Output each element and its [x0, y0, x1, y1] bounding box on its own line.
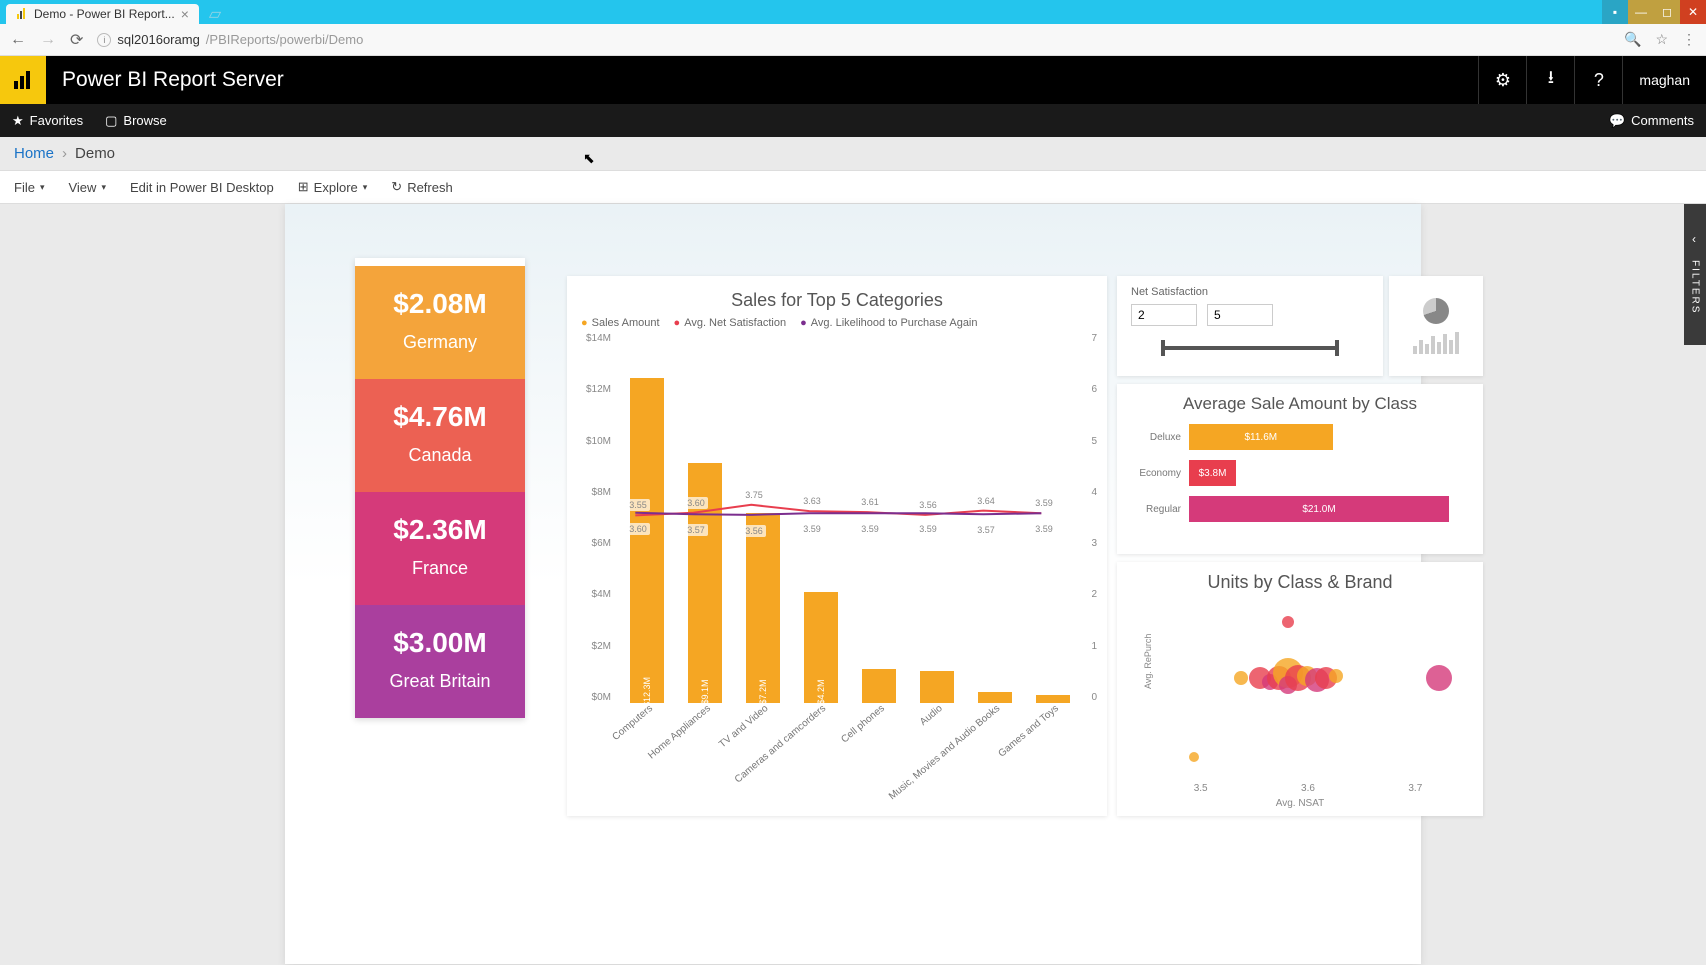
bar[interactable]: [862, 669, 896, 703]
url-field[interactable]: i sql2016oramg/PBIReports/powerbi/Demo: [97, 32, 1610, 47]
slicer-title: Net Satisfaction: [1131, 286, 1369, 298]
menu-icon[interactable]: ⋮: [1682, 31, 1696, 48]
chart-units-class-brand[interactable]: Units by Class & Brand Avg. RePurch 3.53…: [1117, 562, 1483, 816]
bubble[interactable]: [1234, 671, 1248, 685]
favorites-link[interactable]: ★Favorites: [12, 113, 83, 129]
view-menu[interactable]: View▾: [68, 180, 105, 195]
powerbi-icon: [16, 8, 28, 20]
window-controls: ▪ — ◻ ✕: [1602, 0, 1706, 24]
bar-icon[interactable]: [1413, 332, 1459, 354]
user-icon[interactable]: ▪: [1602, 0, 1628, 24]
comments-link[interactable]: 💬Comments: [1609, 113, 1694, 129]
hbar[interactable]: $21.0M: [1189, 496, 1449, 522]
pie-icon[interactable]: [1423, 298, 1449, 324]
bar[interactable]: $7.2M: [746, 513, 780, 703]
chart-legend: Sales Amount Avg. Net Satisfaction Avg. …: [575, 317, 1099, 329]
back-button[interactable]: ←: [10, 31, 26, 49]
refresh-button[interactable]: ↻Refresh: [391, 179, 452, 195]
y-axis-left: $14M$12M$10M$8M$6M$4M$2M$0M: [577, 333, 611, 703]
report-canvas: $2.08M Germany $4.76M Canada $2.36M Fran…: [0, 204, 1706, 964]
maximize-button[interactable]: ◻: [1654, 0, 1680, 24]
bar[interactable]: $4.2M: [804, 592, 838, 703]
url-host: sql2016oramg: [117, 32, 199, 47]
explore-icon: ⊞: [298, 179, 309, 195]
bubble[interactable]: [1282, 616, 1294, 628]
hbar[interactable]: $3.8M: [1189, 460, 1236, 486]
forward-button[interactable]: →: [40, 31, 56, 49]
breadcrumb: Home › Demo: [0, 137, 1706, 170]
tab-title: Demo - Power BI Report...: [34, 7, 175, 21]
browse-link[interactable]: ▢Browse: [105, 113, 167, 129]
settings-button[interactable]: ⚙: [1478, 56, 1526, 104]
y-axis-right: 76543210: [1091, 333, 1097, 703]
bar[interactable]: $12.3M: [630, 378, 664, 703]
country-cards[interactable]: $2.08M Germany $4.76M Canada $2.36M Fran…: [355, 258, 525, 718]
title-bar: Demo - Power BI Report... × ▱ ▪ — ◻ ✕: [0, 0, 1706, 24]
country-card-france[interactable]: $2.36M France: [355, 492, 525, 605]
hbar[interactable]: $11.6M: [1189, 424, 1333, 450]
app-title: Power BI Report Server: [46, 68, 1478, 92]
app-header: Power BI Report Server ⚙ ⭳ ? maghan: [0, 56, 1706, 104]
help-button[interactable]: ?: [1574, 56, 1622, 104]
scatter-x-label: Avg. NSAT: [1131, 798, 1469, 809]
country-card-canada[interactable]: $4.76M Canada: [355, 379, 525, 492]
reload-button[interactable]: ⟳: [70, 30, 83, 50]
close-window-button[interactable]: ✕: [1680, 0, 1706, 24]
visual-type-switcher[interactable]: [1389, 276, 1483, 376]
scatter-plot: Avg. RePurch: [1147, 599, 1469, 779]
report-toolbar: File▾ View▾ Edit in Power BI Desktop ⊞Ex…: [0, 170, 1706, 204]
slicer-max-input[interactable]: [1207, 304, 1273, 326]
bubble[interactable]: [1329, 669, 1343, 683]
file-menu[interactable]: File▾: [14, 180, 44, 195]
browser-tabs: Demo - Power BI Report... × ▱: [0, 0, 221, 24]
url-path: /PBIReports/powerbi/Demo: [206, 32, 364, 47]
star-icon: ★: [12, 113, 24, 129]
slicer-net-satisfaction[interactable]: Net Satisfaction: [1117, 276, 1383, 376]
slicer-min-input[interactable]: [1131, 304, 1197, 326]
country-card-gb[interactable]: $3.00M Great Britain: [355, 605, 525, 718]
bookmark-icon[interactable]: ☆: [1655, 31, 1668, 48]
browser-tab[interactable]: Demo - Power BI Report... ×: [6, 4, 199, 24]
chart-title: Average Sale Amount by Class: [1131, 394, 1469, 414]
explore-menu[interactable]: ⊞Explore▾: [298, 179, 368, 195]
breadcrumb-home[interactable]: Home: [14, 145, 54, 162]
breadcrumb-separator: ›: [62, 145, 67, 162]
bubble[interactable]: [1189, 752, 1199, 762]
zoom-icon[interactable]: 🔍: [1624, 31, 1641, 48]
chart-title: Units by Class & Brand: [1131, 572, 1469, 593]
bar[interactable]: [920, 671, 954, 703]
bar[interactable]: [978, 692, 1012, 703]
browse-icon: ▢: [105, 113, 117, 129]
filters-pane-toggle[interactable]: ‹ FILTERS: [1684, 204, 1706, 345]
country-card-germany[interactable]: $2.08M Germany: [355, 266, 525, 379]
scatter-x-ticks: 3.53.63.7: [1147, 783, 1469, 794]
powerbi-logo[interactable]: [0, 56, 46, 104]
slicer-range[interactable]: [1161, 338, 1339, 358]
breadcrumb-current: Demo: [75, 145, 115, 162]
address-bar: ← → ⟳ i sql2016oramg/PBIReports/powerbi/…: [0, 24, 1706, 56]
refresh-icon: ↻: [391, 179, 402, 195]
chevron-left-icon: ‹: [1688, 232, 1702, 246]
user-menu[interactable]: maghan: [1622, 56, 1706, 104]
edit-desktop-button[interactable]: Edit in Power BI Desktop: [130, 180, 274, 195]
bubble[interactable]: [1426, 665, 1452, 691]
chart-title: Sales for Top 5 Categories: [575, 290, 1099, 311]
new-tab-button[interactable]: ▱: [209, 4, 221, 24]
close-tab-icon[interactable]: ×: [181, 7, 189, 21]
chart-sales-top5[interactable]: Sales for Top 5 Categories Sales Amount …: [567, 276, 1107, 816]
combo-chart-plot: $14M$12M$10M$8M$6M$4M$2M$0M 76543210 $12…: [615, 333, 1079, 723]
report-page[interactable]: $2.08M Germany $4.76M Canada $2.36M Fran…: [285, 204, 1421, 964]
site-info-icon[interactable]: i: [97, 33, 111, 47]
comments-icon: 💬: [1609, 113, 1625, 129]
chart-avg-sale-class[interactable]: Average Sale Amount by Class Deluxe$11.6…: [1117, 384, 1483, 554]
nav-bar: ★Favorites ▢Browse 💬Comments: [0, 104, 1706, 137]
minimize-button[interactable]: —: [1628, 0, 1654, 24]
download-button[interactable]: ⭳: [1526, 56, 1574, 104]
